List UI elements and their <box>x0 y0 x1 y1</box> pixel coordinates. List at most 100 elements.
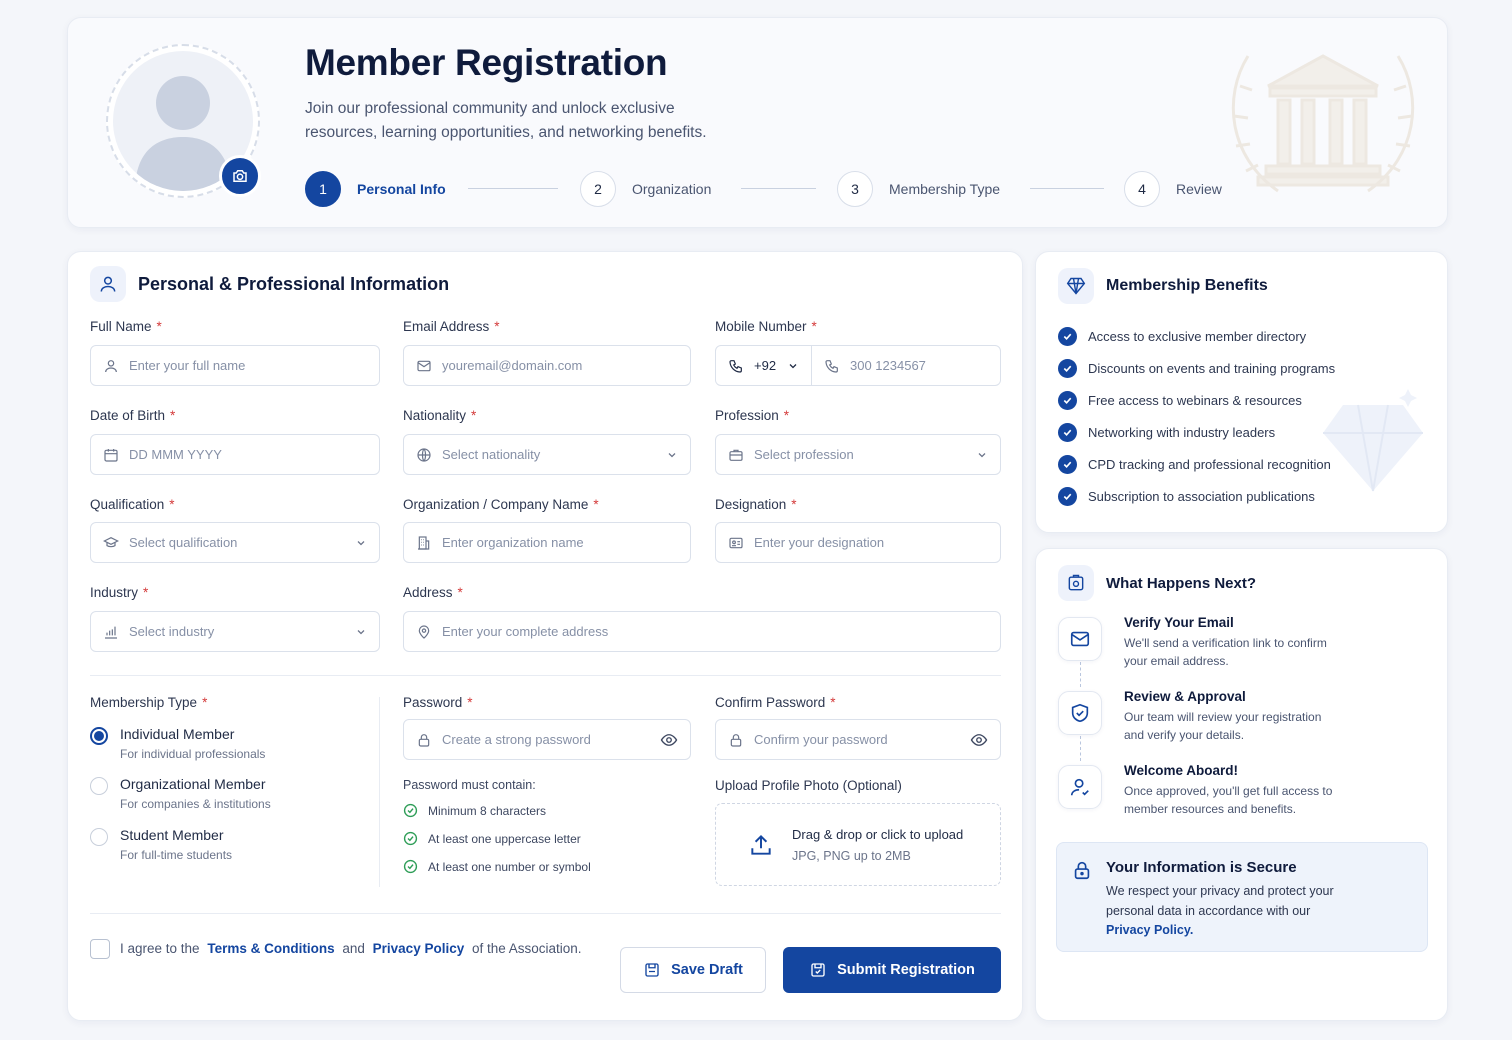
terms-link[interactable]: Terms & Conditions <box>207 941 334 956</box>
step-number: 1 <box>305 171 341 207</box>
lock-icon <box>1074 861 1090 880</box>
next-step-verify-email: Verify Your Email We'll send a verificati… <box>1058 615 1336 670</box>
password-rule: At least one uppercase letter <box>403 831 581 846</box>
password-rule: At least one number or symbol <box>403 859 591 874</box>
phone-icon <box>729 359 742 373</box>
radio-button[interactable] <box>90 777 108 795</box>
membership-benefits-card: Membership Benefits Access to exclusive … <box>1035 251 1448 533</box>
industry-label: Industry * <box>90 585 149 600</box>
designation-label: Designation * <box>715 497 797 512</box>
eye-icon[interactable] <box>970 731 988 749</box>
form-section-header: Personal & Professional Information <box>90 266 449 302</box>
privacy-policy-link[interactable]: Privacy Policy <box>373 941 465 956</box>
list-item: Access to exclusive member directory <box>1058 320 1335 352</box>
step-number: 4 <box>1124 171 1160 207</box>
organization-label: Organization / Company Name * <box>403 497 599 512</box>
profession-label: Profession * <box>715 408 790 423</box>
step-membership-type[interactable]: 3 Membership Type <box>837 171 1000 207</box>
calendar-icon <box>104 448 118 462</box>
designation-input[interactable]: Enter your designation <box>715 522 1001 563</box>
step-review[interactable]: 4 Review <box>1124 171 1222 207</box>
privacy-policy-link[interactable]: Privacy Policy. <box>1106 923 1193 937</box>
chevron-down-icon <box>978 452 986 457</box>
submit-registration-button[interactable]: Submit Registration <box>783 947 1001 993</box>
benefits-header: Membership Benefits <box>1058 268 1268 304</box>
radio-title: Student Member <box>120 827 224 843</box>
security-desc: We respect your privacy and protect your… <box>1106 884 1334 937</box>
security-title: Your Information is Secure <box>1106 859 1297 876</box>
radio-title: Organizational Member <box>120 776 266 792</box>
organization-input[interactable]: Enter organization name <box>403 522 691 563</box>
photo-upload-dropzone[interactable]: Drag & drop or click to upload JPG, PNG … <box>715 803 1001 886</box>
radio-individual-member[interactable]: Individual Member For individual professi… <box>90 726 265 761</box>
radio-desc: For companies & institutions <box>120 797 271 811</box>
radio-organizational-member[interactable]: Organizational Member For companies & ins… <box>90 776 271 811</box>
camera-clipboard-icon <box>1058 565 1094 601</box>
membership-type-label: Membership Type * <box>90 695 208 710</box>
security-notice: Your Information is Secure We respect yo… <box>1056 842 1428 952</box>
next-step-title: Verify Your Email <box>1124 615 1234 630</box>
step-connector <box>741 188 816 189</box>
address-input[interactable]: Enter your complete address <box>403 611 1001 652</box>
mail-icon <box>1058 617 1102 661</box>
dob-input[interactable]: DD MMM YYYY <box>90 434 380 475</box>
qualification-placeholder: Select qualification <box>129 535 238 550</box>
password-rule: Minimum 8 characters <box>403 803 546 818</box>
list-item: Subscription to association publications <box>1058 480 1335 512</box>
lock-icon <box>730 733 742 747</box>
step-label: Personal Info <box>357 181 446 197</box>
step-connector <box>468 188 558 189</box>
industry-select[interactable]: Select industry <box>90 611 380 652</box>
upload-icon <box>751 834 771 855</box>
qualification-select[interactable]: Select qualification <box>90 522 380 563</box>
radio-button[interactable] <box>90 727 108 745</box>
step-label: Review <box>1176 181 1222 197</box>
phone-icon <box>825 359 838 373</box>
save-draft-button[interactable]: Save Draft <box>620 947 766 993</box>
step-organization[interactable]: 2 Organization <box>580 171 711 207</box>
user-icon <box>105 359 117 372</box>
next-title: What Happens Next? <box>1106 574 1257 592</box>
password-label: Password * <box>403 695 473 710</box>
next-step-desc: Our team will review your registration a… <box>1124 710 1322 742</box>
mobile-number-input[interactable]: 300 1234567 <box>811 345 1001 386</box>
check-icon <box>1058 454 1077 474</box>
confirm-password-label: Confirm Password * <box>715 695 836 710</box>
institution-emblem-icon <box>1231 54 1415 193</box>
page-subtitle: Join our professional community and unlo… <box>305 100 707 141</box>
password-input[interactable]: Create a strong password <box>403 719 691 760</box>
next-step-title: Welcome Aboard! <box>1124 763 1239 778</box>
radio-desc: For full-time students <box>120 848 233 862</box>
next-step-review-approval: Review & Approval Our team will review yo… <box>1058 689 1336 744</box>
email-field[interactable]: youremail@domain.com <box>403 345 691 386</box>
country-code-select[interactable]: +92 <box>715 345 812 386</box>
radio-student-member[interactable]: Student Member For full-time students <box>90 827 232 862</box>
profession-placeholder: Select profession <box>754 447 854 462</box>
next-step-welcome: Welcome Aboard! Once approved, you'll get… <box>1058 763 1336 818</box>
divider <box>90 675 1001 676</box>
full-name-input[interactable]: Enter your full name <box>90 345 380 386</box>
profession-select[interactable]: Select profession <box>715 434 1001 475</box>
organization-placeholder: Enter organization name <box>442 535 584 550</box>
camera-button[interactable] <box>219 155 261 197</box>
check-icon <box>1058 358 1077 378</box>
check-circle-icon <box>403 831 418 846</box>
lock-icon <box>418 733 430 747</box>
list-item: Free access to webinars & resources <box>1058 384 1335 416</box>
nationality-select[interactable]: Select nationality <box>403 434 691 475</box>
rule-text: Minimum 8 characters <box>428 803 547 818</box>
benefits-title: Membership Benefits <box>1106 277 1268 294</box>
user-icon <box>90 266 126 302</box>
mail-icon <box>417 360 431 371</box>
confirm-password-input[interactable]: Confirm your password <box>715 719 1001 760</box>
step-personal-info[interactable]: 1 Personal Info <box>305 171 446 207</box>
check-icon <box>1058 326 1077 346</box>
radio-button[interactable] <box>90 828 108 846</box>
section-title: Personal & Professional Information <box>138 273 450 294</box>
password-rules-title: Password must contain: <box>403 778 536 792</box>
camera-icon <box>233 170 247 182</box>
full-name-label: Full Name * <box>90 319 162 334</box>
eye-icon[interactable] <box>660 731 678 749</box>
agree-checkbox[interactable] <box>90 939 110 959</box>
save-icon <box>645 963 659 977</box>
